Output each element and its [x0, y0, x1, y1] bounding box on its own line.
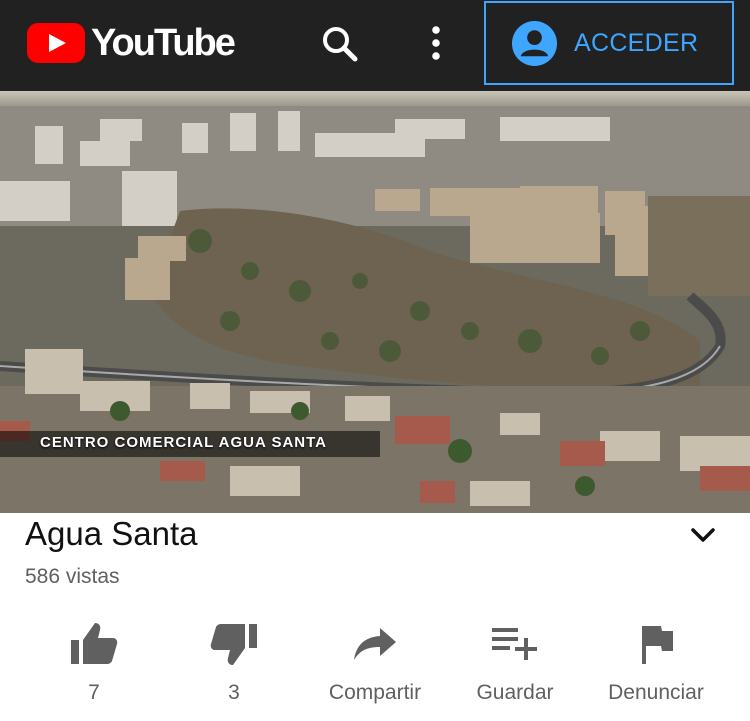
share-icon	[354, 628, 396, 660]
video-title: Agua Santa	[25, 515, 198, 552]
playlist-add-icon	[492, 628, 537, 660]
video-player[interactable]: CENTRO COMERCIAL AGUA SANTA	[0, 91, 750, 513]
account-circle-icon	[511, 20, 558, 66]
flag-icon	[642, 626, 673, 664]
video-overlay-caption: CENTRO COMERCIAL AGUA SANTA	[40, 434, 327, 451]
dislike-count: 3	[228, 681, 240, 704]
expand-description-button[interactable]	[688, 520, 718, 550]
like-button[interactable]: 7	[24, 620, 164, 715]
save-button[interactable]: Guardar	[445, 620, 585, 715]
logo-text: YouTube	[91, 21, 236, 64]
report-label: Denunciar	[608, 681, 704, 704]
search-button[interactable]	[318, 22, 362, 66]
share-button[interactable]: Compartir	[305, 620, 445, 715]
dislike-button[interactable]: 3	[164, 620, 304, 715]
more-options-button[interactable]	[420, 22, 452, 66]
youtube-logo[interactable]: YouTube	[27, 21, 236, 64]
chevron-down-icon	[691, 528, 715, 542]
sign-in-button[interactable]: ACCEDER	[484, 1, 734, 85]
like-count: 7	[88, 681, 100, 704]
report-button[interactable]: Denunciar	[586, 620, 726, 715]
sign-in-label: ACCEDER	[574, 28, 699, 57]
top-app-bar: YouTube ACCEDER	[0, 0, 750, 91]
search-icon	[323, 27, 358, 62]
thumb-down-icon	[210, 624, 257, 665]
save-label: Guardar	[476, 681, 554, 704]
youtube-play-icon	[27, 23, 85, 63]
more-vert-icon	[432, 26, 440, 60]
view-count: 586 vistas	[25, 565, 120, 588]
share-label: Compartir	[328, 681, 422, 704]
thumb-up-icon	[71, 623, 118, 664]
